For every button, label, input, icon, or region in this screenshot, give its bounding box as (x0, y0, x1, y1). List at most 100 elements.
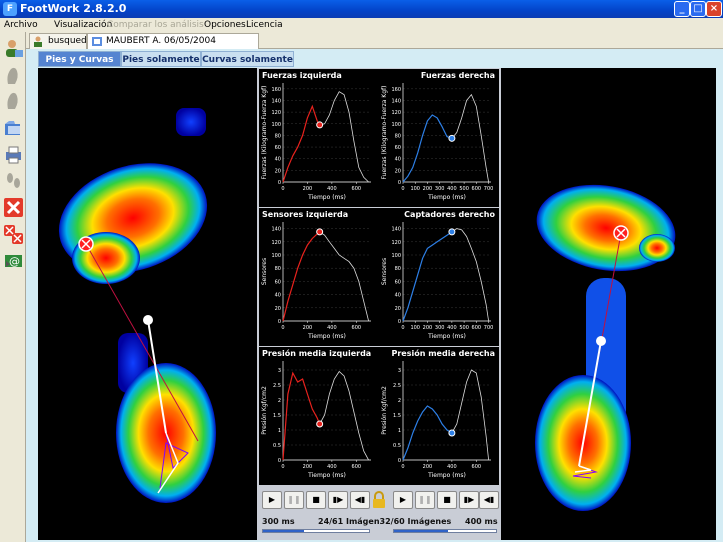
tab-curvas-solamente[interactable]: Curvas solamente (201, 51, 294, 67)
x-axis-label: Tiempo (ms) (307, 333, 346, 340)
x-tick-label: 0 (401, 325, 404, 331)
cursor-point (316, 228, 324, 236)
left-foot-pressure-map[interactable] (38, 68, 257, 540)
chart-title: Fuerzas izquierda (262, 71, 342, 80)
right-foot-pressure-map[interactable] (501, 68, 716, 540)
x-axis-label: Tiempo (ms) (427, 194, 466, 201)
y-axis-label: Fuerzas (Kilogramo-Fuerza Kgf) (261, 86, 268, 180)
y-tick-label: 140 (271, 98, 281, 104)
cursor-point (316, 121, 324, 129)
printer-icon[interactable] (3, 144, 24, 165)
series-line-future (451, 228, 489, 322)
y-tick-label: 120 (391, 110, 401, 116)
menu-archivo[interactable]: Archivo (4, 20, 38, 30)
y-tick-label: 2.5 (273, 383, 281, 389)
right-time-slider[interactable] (393, 529, 497, 533)
x-tick-label: 400 (447, 186, 457, 192)
y-tick-label: 1.5 (273, 413, 281, 419)
cursor-point (448, 228, 456, 236)
stop-right-button[interactable]: ■ (437, 491, 457, 509)
chart-fuerzas-derecha[interactable]: 0 20 40 60 80 100 120 140 160 0 100 200 300 400 500 600… (379, 69, 499, 207)
chart-sensores-izquierda[interactable]: 0 20 40 60 80 100 120 140 0 200 400 600 Tiempo (ms) S… (259, 208, 379, 346)
chart-title: Sensores izquierda (262, 210, 349, 219)
y-tick-label: 0.5 (393, 443, 401, 449)
menu-visualizacion[interactable]: Visualización (54, 20, 112, 30)
x-tick-label: 0 (401, 464, 404, 470)
collapse-handle-icon[interactable] (5, 260, 11, 268)
x-axis-label: Tiempo (ms) (427, 333, 466, 340)
tab-patient[interactable]: MAUBERT A. 06/05/2004 10:17:00 (87, 33, 259, 61)
y-tick-label: 80 (395, 133, 401, 139)
series-line-future (451, 93, 489, 183)
person-icon[interactable] (3, 38, 24, 59)
chart-fuerzas-izquierda[interactable]: 0 20 40 60 80 100 120 140 160 0 200 400 600 Tiempo (m… (259, 69, 379, 207)
y-axis-label: Presión Kgf/cm2 (261, 386, 268, 435)
y-axis-label: Presión Kgf/cm2 (381, 386, 388, 435)
series-line-past (282, 104, 321, 183)
lock-icon[interactable] (372, 491, 386, 509)
x-tick-label: 300 (435, 186, 445, 192)
delete-many-icon[interactable] (3, 224, 24, 245)
step-back-left-button[interactable]: ◀▮ (350, 491, 370, 509)
app-window: F FootWork 2.8.2.0 _ □ × Archivo Visuali… (0, 0, 723, 542)
foot-icon[interactable] (3, 90, 24, 111)
tab-busqueda[interactable]: busqueda (29, 33, 92, 49)
x-tick-label: 200 (423, 325, 433, 331)
minimize-button[interactable]: _ (674, 1, 690, 17)
pause-left-button[interactable]: ❚❚ (284, 491, 304, 509)
play-left-button[interactable]: ▶ (262, 491, 282, 509)
x-tick-label: 400 (447, 325, 457, 331)
foot-icon (92, 37, 102, 46)
x-tick-label: 700 (484, 325, 494, 331)
y-tick-label: 60 (395, 279, 401, 285)
document-tabs: busqueda MAUBERT A. 06/05/2004 10:17:00 (26, 32, 723, 61)
cursor-point (316, 420, 324, 428)
steps-icon[interactable] (3, 170, 24, 191)
left-time: 300 ms (262, 517, 295, 526)
menu-comparar[interactable]: Comparar los análisis (107, 20, 204, 30)
play-right-button[interactable]: ▶ (393, 491, 413, 509)
cursor-point (448, 134, 456, 142)
y-tick-label: 160 (391, 87, 401, 93)
step-forward-left-button[interactable]: ▮▶ (328, 491, 348, 509)
left-time-slider[interactable] (262, 529, 370, 533)
step-forward-right-button[interactable]: ▮▶ (459, 491, 479, 509)
chart-presion-derecha[interactable]: 0 0.5 1 1.5 2 2.5 3 0 200 400 600 Tiempo (ms) Presió… (379, 347, 499, 485)
y-tick-label: 20 (275, 168, 281, 174)
x-tick-label: 400 (327, 325, 337, 331)
delete-icon[interactable] (3, 197, 24, 218)
app-icon: F (3, 2, 17, 16)
x-tick-label: 0 (281, 464, 284, 470)
y-tick-label: 100 (391, 122, 401, 128)
chart-svg: 0204060801001201400 200 400 600Tiempo (ms)S… (261, 222, 371, 340)
y-tick-label: 1 (278, 428, 281, 434)
maximize-button[interactable]: □ (690, 1, 706, 17)
x-tick-label: 700 (484, 186, 494, 192)
y-tick-label: 100 (271, 122, 281, 128)
frame-counter: 24/61 Imágen32/60 Imágenes (318, 517, 452, 526)
menu-opciones[interactable]: Opciones (204, 20, 246, 30)
menu-licencia[interactable]: Licencia (246, 20, 283, 30)
tab-pies-solamente[interactable]: Pies solamente (121, 51, 201, 67)
series-line-past (282, 371, 321, 461)
curves-panel: 0 20 40 60 80 100 120 140 160 0 200 400 600 Tiempo (m… (257, 68, 501, 540)
step-back-right-button[interactable]: ◀▮ (479, 491, 499, 509)
x-tick-label: 500 (459, 325, 469, 331)
x-tick-label: 400 (447, 464, 457, 470)
y-tick-label: 40 (275, 293, 281, 299)
y-tick-label: 100 (271, 253, 281, 259)
stop-left-button[interactable]: ■ (306, 491, 326, 509)
y-tick-label: 120 (271, 110, 281, 116)
tab-pies-y-curvas[interactable]: Pies y Curvas (38, 51, 121, 67)
pause-right-button[interactable]: ❚❚ (415, 491, 435, 509)
x-tick-label: 300 (435, 325, 445, 331)
cursor-point (448, 429, 456, 437)
chart-presion-izquierda[interactable]: 0 0.5 1 1.5 2 2.5 3 0 200 400 600 Tiempo (ms) Presió… (259, 347, 379, 485)
chart-captadores-derecho[interactable]: 0 20 40 60 80 100 120 140 0 100 200 300 400 500 600 700… (379, 208, 499, 346)
y-tick-label: 140 (391, 227, 401, 233)
foot-icon[interactable] (3, 65, 24, 86)
folder-open-icon[interactable] (3, 117, 24, 138)
close-button[interactable]: × (706, 1, 722, 17)
x-tick-label: 600 (472, 325, 482, 331)
person-icon (34, 36, 42, 47)
